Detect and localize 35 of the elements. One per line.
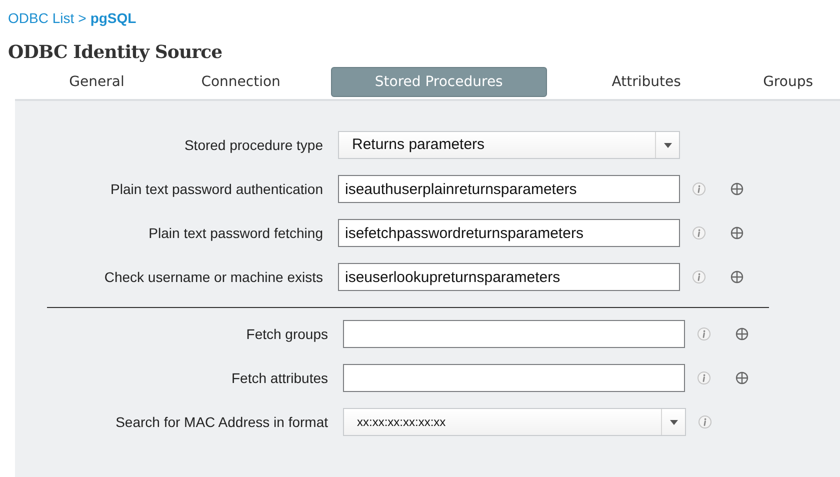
info-icon[interactable] xyxy=(692,270,706,284)
field-label: Fetch groups xyxy=(245,324,328,344)
crosshair-icon[interactable] xyxy=(730,270,744,284)
breadcrumb-current: pgSQL xyxy=(90,9,136,28)
dropdown[interactable]: xx:xx:xx:xx:xx:xx xyxy=(343,408,686,436)
page-title: ODBC Identity Source xyxy=(7,41,222,65)
caret-icon xyxy=(664,142,672,148)
field-label: Search for MAC Address in format xyxy=(114,412,328,432)
field-label: Plain text password fetching xyxy=(148,224,323,243)
dropdown[interactable]: Returns parameters xyxy=(338,131,680,159)
crosshair-icon[interactable] xyxy=(730,226,744,240)
field-label: Fetch attributes xyxy=(230,368,328,388)
breadcrumb-link[interactable]: ODBC List xyxy=(8,8,74,29)
text-field[interactable] xyxy=(343,320,685,348)
tab[interactable]: General xyxy=(33,67,161,97)
field-label: Plain text password authentication xyxy=(110,180,323,199)
info-icon[interactable] xyxy=(697,327,711,341)
breadcrumb-separator: > xyxy=(78,9,86,28)
tab[interactable]: Attributes xyxy=(556,67,736,97)
text-field[interactable]: iseauthuserplainreturnsparameters xyxy=(338,175,680,203)
field-label: Stored procedure type xyxy=(183,136,323,155)
caret-icon xyxy=(670,420,678,424)
info-icon[interactable] xyxy=(697,371,711,385)
text-field[interactable]: iseuserlookupreturnsparameters xyxy=(338,263,680,291)
crosshair-icon[interactable] xyxy=(735,371,749,385)
field-label: Check username or machine exists xyxy=(103,268,323,286)
crosshair-icon[interactable] xyxy=(730,182,744,196)
crosshair-icon[interactable] xyxy=(735,327,749,341)
text-field[interactable] xyxy=(343,364,685,392)
tab[interactable]: Connection xyxy=(160,67,322,97)
info-icon[interactable] xyxy=(692,226,706,240)
info-icon[interactable] xyxy=(698,415,712,429)
text-field[interactable]: isefetchpasswordreturnsparameters xyxy=(338,219,680,247)
tab[interactable]: Groups xyxy=(736,67,840,97)
info-icon[interactable] xyxy=(692,182,706,196)
